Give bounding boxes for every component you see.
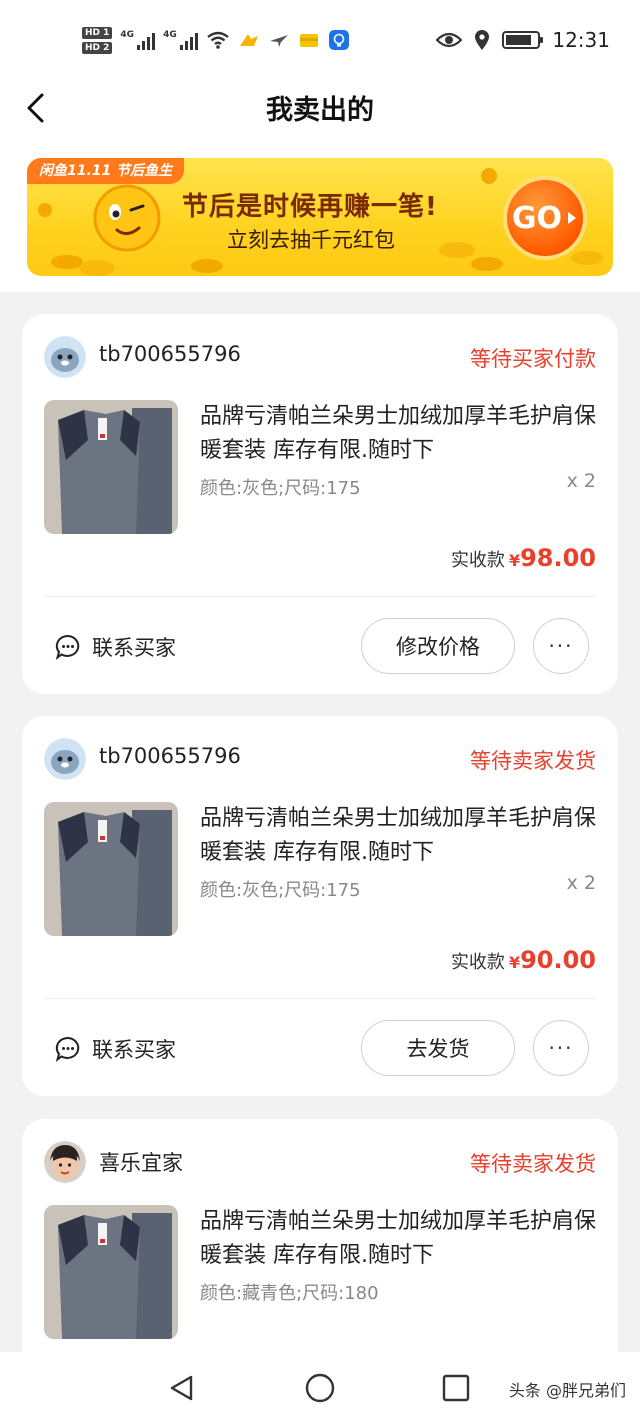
product-title[interactable]: 品牌亏清帕兰朵男士加绒加厚羊毛护肩保暖套装 库存有限.随时下 (200, 1205, 600, 1273)
banner-headline: 节后是时候再赚一笔! (182, 192, 438, 222)
contact-buyer-label: 联系买家 (92, 636, 176, 660)
hd2-badge: HD 2 (82, 41, 113, 54)
order-card-2[interactable]: tb700655796 等待卖家发货 品牌亏清帕兰朵男士加绒加厚羊毛护肩保暖套装… (22, 716, 618, 1096)
order-card-3[interactable]: 喜乐宜家 等待卖家发货 品牌亏清帕兰朵男士加绒加厚羊毛护肩保暖套装 库存有限.随… (22, 1119, 618, 1352)
go-button[interactable]: GO (503, 176, 587, 260)
amount-value: 98.00 (520, 544, 596, 572)
sweater-image (44, 1205, 178, 1339)
plane-icon (269, 35, 288, 47)
contact-buyer-button[interactable]: 联系买家 (54, 1034, 176, 1064)
product-thumbnail[interactable] (44, 802, 178, 936)
contact-buyer-button[interactable]: 联系买家 (54, 632, 176, 662)
amount-label: 实收款 (450, 952, 505, 973)
banner-subline: 立刻去抽千元红包 (227, 228, 395, 252)
status-left: HD 1 HD 2 4G 4G (82, 22, 350, 58)
sweater-image (44, 400, 178, 534)
order-status: 等待买家付款 (470, 347, 596, 371)
buyer-name[interactable]: 喜乐宜家 (99, 1147, 183, 1177)
chat-bubble-icon (55, 1036, 80, 1063)
quantity: x 2 (566, 872, 596, 894)
page-header: 我卖出的 (0, 80, 640, 136)
wifi-icon (206, 31, 229, 49)
circle-home-icon (305, 1373, 335, 1403)
wallet-app-icon (299, 34, 318, 47)
banner-tag: 闲鱼11.11 节后鱼生 (27, 158, 185, 184)
product-spec: 颜色:灰色;尺码:175 (200, 880, 361, 901)
seal-avatar-icon (44, 336, 86, 378)
child-avatar-icon (44, 1141, 86, 1183)
square-recents-icon (442, 1374, 470, 1402)
play-icon (568, 212, 577, 224)
bulb-app-icon (328, 30, 349, 50)
watermark: 头条 @胖兄弟们 (508, 1381, 626, 1400)
seal-avatar-icon (44, 738, 86, 780)
amount-received: 实收款 ¥ 98.00 (451, 544, 596, 572)
product-thumbnail[interactable] (44, 1205, 178, 1339)
battery-icon (502, 31, 544, 49)
location-icon (475, 30, 490, 50)
sweater-image (44, 802, 178, 936)
top-area: HD 1 HD 2 4G 4G 12:31 我卖出的 闲鱼11.11 节后鱼生 … (0, 0, 640, 292)
order-status: 等待卖家发货 (470, 749, 596, 773)
network-1-label: 4G (120, 30, 135, 40)
signal-1-icon: 4G (120, 30, 156, 50)
buyer-name[interactable]: tb700655796 (99, 744, 241, 768)
product-spec: 颜色:藏青色;尺码:180 (200, 1283, 379, 1304)
more-button[interactable]: ··· (533, 1020, 589, 1076)
product-title[interactable]: 品牌亏清帕兰朵男士加绒加厚羊毛护肩保暖套装 库存有限.随时下 (200, 802, 600, 870)
contact-buyer-label: 联系买家 (92, 1038, 176, 1062)
hd-indicators: HD 1 HD 2 (82, 26, 113, 54)
amount-received: 实收款 ¥ 90.00 (451, 946, 596, 974)
status-bar: HD 1 HD 2 4G 4G 12:31 (0, 0, 640, 80)
amount-value: 90.00 (520, 946, 596, 974)
status-right: 12:31 (436, 24, 610, 56)
amount-label: 实收款 (450, 550, 505, 571)
modify-price-button[interactable]: 修改价格 (361, 618, 515, 674)
divider (44, 596, 596, 597)
signal-2-icon: 4G (163, 30, 198, 50)
currency-symbol: ¥ (508, 551, 521, 570)
system-nav-bar: 头条 @胖兄弟们 (0, 1352, 640, 1422)
hd1-badge: HD 1 (82, 26, 113, 39)
network-2-label: 4G (163, 30, 177, 40)
divider (44, 998, 596, 999)
notification-app-icon (239, 34, 258, 46)
nav-home-button[interactable] (300, 1368, 340, 1408)
go-label: GO (511, 200, 563, 236)
buyer-name[interactable]: tb700655796 (99, 342, 241, 366)
ship-button[interactable]: 去发货 (361, 1020, 515, 1076)
quantity: x 2 (566, 470, 596, 492)
nav-recents-button[interactable] (436, 1368, 476, 1408)
buyer-avatar[interactable] (44, 738, 86, 780)
product-thumbnail[interactable] (44, 400, 178, 534)
order-status: 等待卖家发货 (470, 1152, 596, 1176)
page-title: 我卖出的 (266, 95, 374, 126)
chat-bubble-icon (55, 634, 80, 661)
product-spec: 颜色:灰色;尺码:175 (200, 478, 361, 499)
promo-banner[interactable]: 闲鱼11.11 节后鱼生 节后是时候再赚一笔! 立刻去抽千元红包 GO (27, 158, 613, 276)
clock: 12:31 (552, 28, 610, 52)
nav-back-button[interactable] (162, 1368, 202, 1408)
buyer-avatar[interactable] (44, 1141, 86, 1183)
triangle-back-icon (170, 1375, 193, 1401)
product-title[interactable]: 品牌亏清帕兰朵男士加绒加厚羊毛护肩保暖套装 库存有限.随时下 (200, 400, 600, 468)
eye-icon (436, 32, 463, 48)
more-button[interactable]: ··· (533, 618, 589, 674)
order-card-1[interactable]: tb700655796 等待买家付款 品牌亏清帕兰朵男士加绒加厚羊毛护肩保暖套装… (22, 314, 618, 694)
currency-symbol: ¥ (508, 953, 521, 972)
buyer-avatar[interactable] (44, 336, 86, 378)
